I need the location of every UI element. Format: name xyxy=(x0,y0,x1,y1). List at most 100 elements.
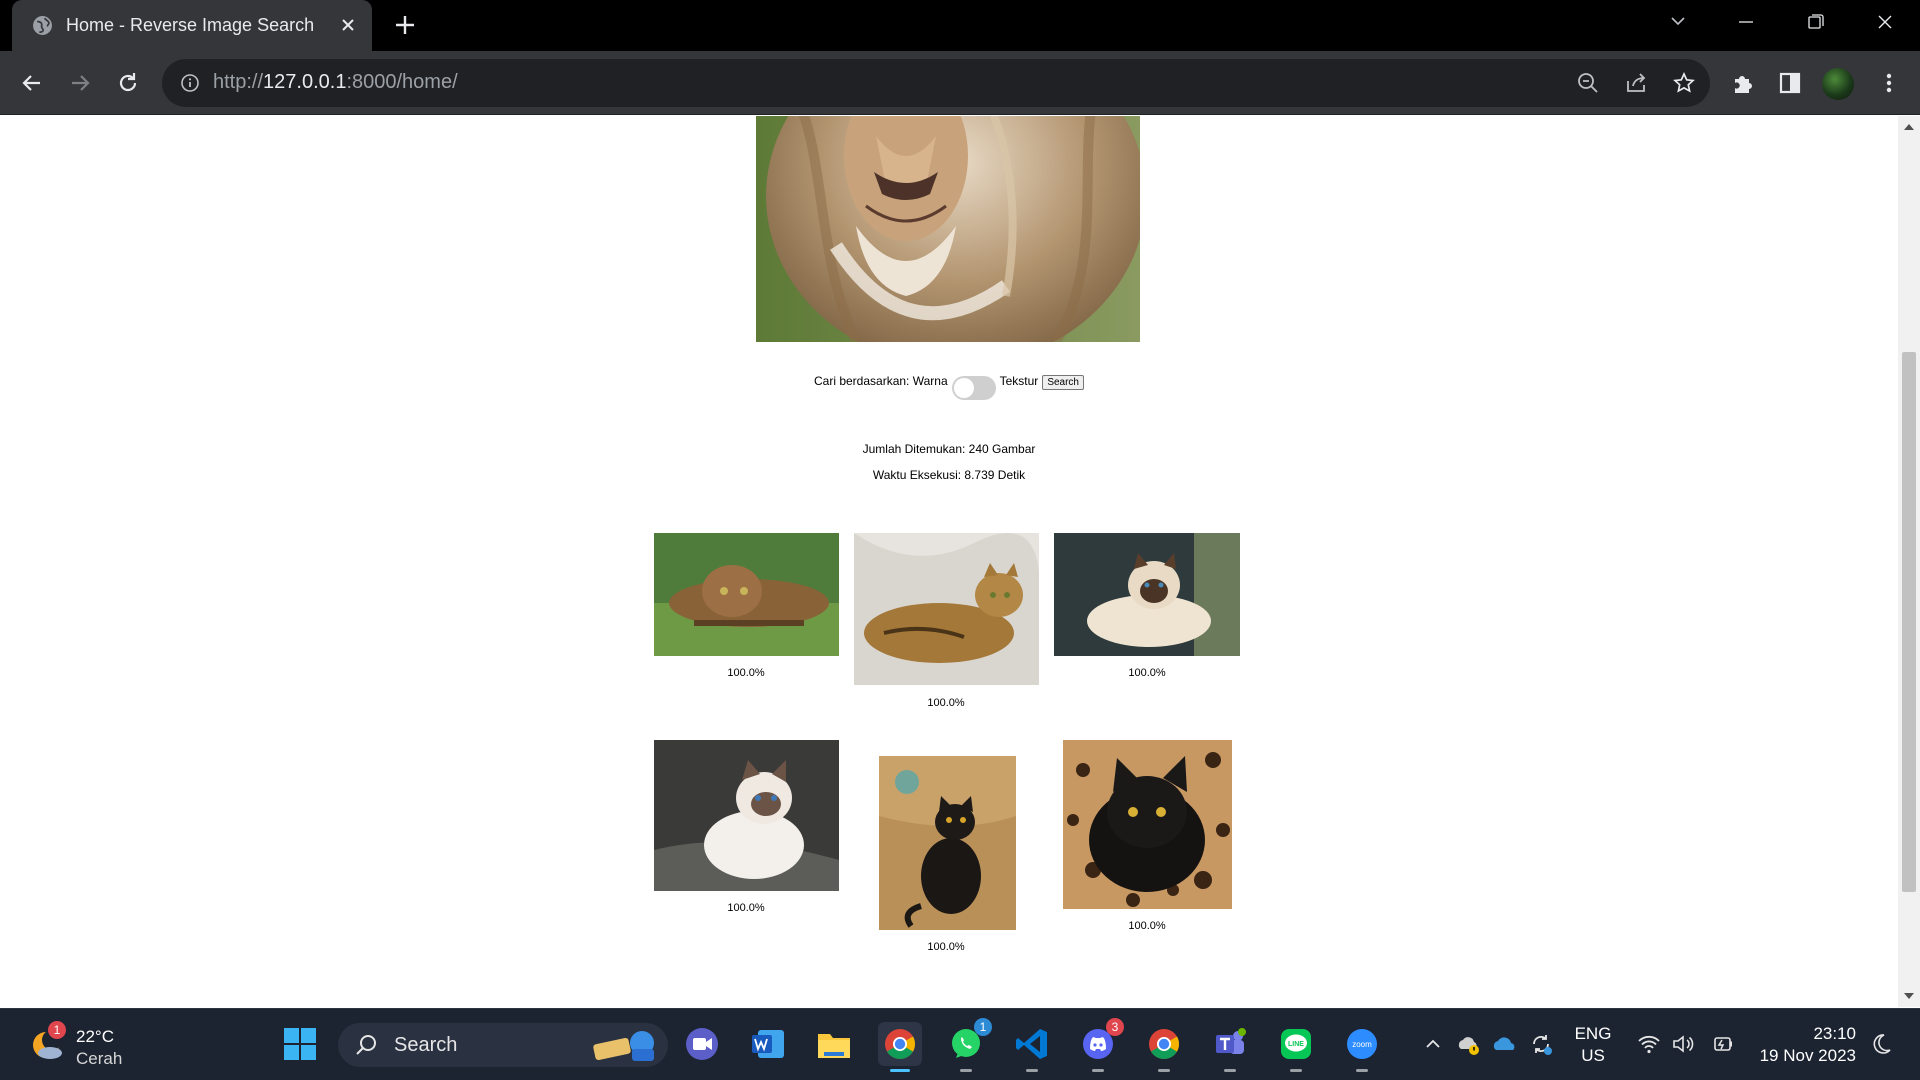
weather-widget[interactable]: 1 22°C Cerah xyxy=(28,1021,148,1069)
whatsapp-badge: 1 xyxy=(974,1018,992,1036)
tab-search-icon[interactable] xyxy=(1660,8,1696,36)
taskbar-search-label: Search xyxy=(394,1034,458,1056)
browser-titlebar: Home - Reverse Image Search xyxy=(0,0,1920,51)
file-explorer-icon[interactable] xyxy=(812,1022,856,1066)
word-icon[interactable] xyxy=(746,1022,790,1066)
vscode-taskbar[interactable] xyxy=(1010,1022,1054,1072)
line-app-icon: LINE xyxy=(1281,1029,1311,1059)
zoom-app-icon: zoom xyxy=(1347,1029,1377,1059)
system-clock[interactable]: 23:10 19 Nov 2023 xyxy=(1750,1023,1856,1067)
color-texture-toggle[interactable] xyxy=(951,376,996,400)
scroll-thumb[interactable] xyxy=(1902,352,1916,892)
query-image xyxy=(756,116,1140,342)
scroll-down-arrow-icon[interactable] xyxy=(1904,993,1914,999)
side-panel-icon[interactable] xyxy=(1777,70,1803,96)
forward-arrow-icon[interactable] xyxy=(65,68,95,98)
line-taskbar[interactable]: LINE xyxy=(1274,1022,1318,1072)
close-tab-icon[interactable] xyxy=(336,13,360,37)
result-score: 100.0% xyxy=(1128,920,1166,932)
profile-avatar[interactable] xyxy=(1822,68,1854,100)
extensions-puzzle-icon[interactable] xyxy=(1730,70,1756,96)
keyboard-layout: US xyxy=(1581,1046,1605,1065)
sync-icon[interactable] xyxy=(1528,1031,1554,1057)
discord-badge: 3 xyxy=(1106,1018,1124,1036)
browser-toolbar: http://127.0.0.1:8000/home/ xyxy=(0,51,1920,115)
reload-icon[interactable] xyxy=(113,68,143,98)
speaker-icon[interactable] xyxy=(1670,1031,1696,1057)
meet-video-icon[interactable] xyxy=(680,1022,724,1066)
onedrive-warning-icon[interactable] xyxy=(1456,1031,1482,1057)
minimize-icon[interactable] xyxy=(1728,8,1764,36)
result-score: 100.0% xyxy=(1128,667,1166,679)
result-image[interactable] xyxy=(1063,740,1232,909)
weather-badge: 1 xyxy=(48,1021,66,1039)
open-indicator xyxy=(1224,1069,1236,1072)
windows-start-icon[interactable] xyxy=(278,1022,322,1066)
chevron-up-icon[interactable] xyxy=(1420,1031,1446,1057)
search-icon xyxy=(356,1035,376,1055)
result-score: 100.0% xyxy=(927,697,965,709)
result-image[interactable] xyxy=(854,533,1039,685)
close-window-icon[interactable] xyxy=(1867,8,1903,36)
teams-taskbar[interactable] xyxy=(1208,1022,1252,1072)
svg-text:zoom: zoom xyxy=(1352,1040,1372,1049)
zoom-taskbar[interactable]: zoom xyxy=(1340,1022,1384,1072)
new-tab-icon[interactable] xyxy=(392,12,418,38)
result-image[interactable] xyxy=(654,533,839,656)
share-icon[interactable] xyxy=(1624,71,1648,95)
result-image[interactable] xyxy=(654,740,839,891)
windows-taskbar: 1 22°C Cerah Search 1 3 LINE zoom ENG US… xyxy=(0,1008,1920,1080)
chrome-icon xyxy=(885,1029,916,1059)
whatsapp-taskbar[interactable]: 1 xyxy=(944,1018,992,1072)
result-score: 100.0% xyxy=(927,941,965,953)
open-indicator xyxy=(1158,1069,1170,1072)
bookmark-star-icon[interactable] xyxy=(1672,71,1696,95)
language-indicator[interactable]: ENG US xyxy=(1572,1023,1614,1067)
open-indicator xyxy=(1026,1069,1038,1072)
back-arrow-icon[interactable] xyxy=(17,68,47,98)
clock-date: 19 Nov 2023 xyxy=(1759,1046,1856,1065)
open-indicator xyxy=(1356,1069,1368,1072)
execution-time: Waktu Eksekusi: 8.739 Detik xyxy=(872,468,1026,482)
page-viewport: Cari berdasarkan: Warna Tekstur Search J… xyxy=(0,116,1898,1007)
open-indicator xyxy=(1290,1069,1302,1072)
restore-icon[interactable] xyxy=(1797,8,1833,36)
clock-time: 23:10 xyxy=(1813,1024,1856,1043)
search-controls: Cari berdasarkan: Warna Tekstur Search xyxy=(0,374,1898,400)
chrome-icon xyxy=(1149,1029,1180,1059)
result-image[interactable] xyxy=(1054,533,1240,656)
result-score: 100.0% xyxy=(727,902,765,914)
address-bar[interactable]: http://127.0.0.1:8000/home/ xyxy=(162,59,1710,107)
svg-text:LINE: LINE xyxy=(1288,1041,1304,1048)
zoom-out-icon[interactable] xyxy=(1576,71,1600,95)
open-indicator xyxy=(960,1069,972,1072)
kebab-menu-icon[interactable] xyxy=(1876,70,1902,96)
result-image[interactable] xyxy=(879,756,1016,930)
scroll-up-arrow-icon[interactable] xyxy=(1904,124,1914,130)
vertical-scrollbar[interactable] xyxy=(1898,116,1920,1007)
weather-temperature: 22°C xyxy=(76,1027,114,1046)
language-code: ENG xyxy=(1574,1024,1612,1043)
search-button[interactable]: Search xyxy=(1042,375,1084,390)
chrome-taskbar-active[interactable] xyxy=(878,1022,922,1072)
browser-tab[interactable]: Home - Reverse Image Search xyxy=(12,0,372,51)
weather-condition: Cerah xyxy=(76,1049,123,1068)
taskbar-search[interactable]: Search xyxy=(338,1023,668,1067)
teams-icon xyxy=(1216,1028,1246,1054)
tab-title: Home - Reverse Image Search xyxy=(66,15,315,35)
battery-icon[interactable] xyxy=(1710,1031,1736,1057)
globe-icon xyxy=(33,16,52,35)
active-indicator xyxy=(890,1069,910,1072)
url-text: http://127.0.0.1:8000/home/ xyxy=(213,71,458,93)
focus-moon-icon[interactable] xyxy=(1868,1031,1894,1057)
site-info-icon[interactable] xyxy=(180,73,200,93)
result-count: Jumlah Ditemukan: 240 Gambar xyxy=(862,442,1036,456)
onedrive-cloud-icon[interactable] xyxy=(1492,1031,1518,1057)
discord-taskbar[interactable]: 3 xyxy=(1076,1018,1124,1072)
search-highlight-icon xyxy=(593,1031,654,1061)
search-mode-label: Cari berdasarkan: Warna xyxy=(814,374,948,388)
chrome-profile-taskbar[interactable] xyxy=(1142,1022,1186,1072)
wifi-icon[interactable] xyxy=(1636,1031,1662,1057)
result-score: 100.0% xyxy=(727,667,765,679)
toggle-knob xyxy=(953,378,974,398)
